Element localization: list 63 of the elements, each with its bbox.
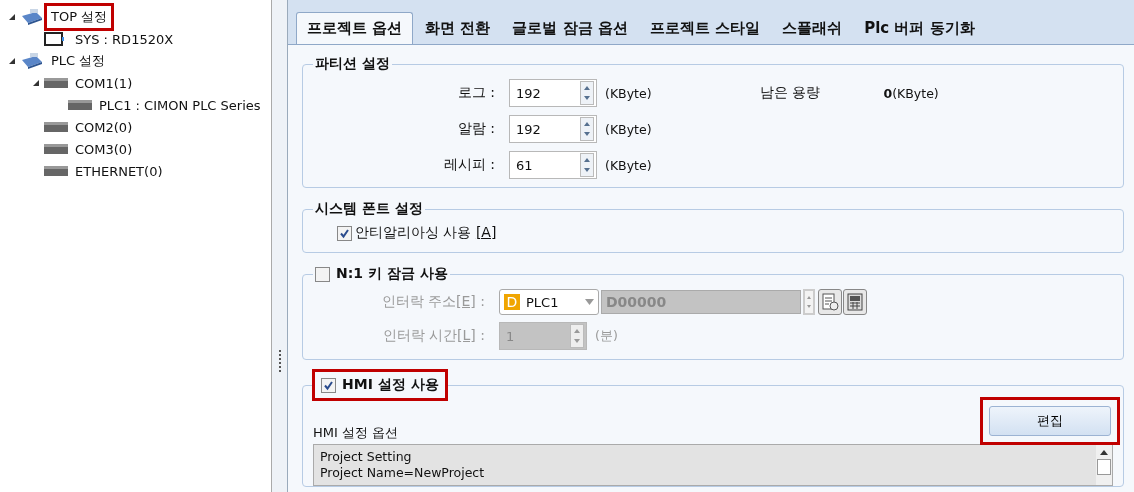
checkbox[interactable]: [337, 225, 352, 241]
spin-arrows-icon[interactable]: [570, 324, 584, 348]
spin-arrows-icon[interactable]: [580, 81, 594, 105]
group-title[interactable]: HMI 설정 사용: [342, 376, 439, 394]
tab[interactable]: 프로젝트 스타일: [639, 12, 771, 44]
device-icon: [44, 165, 68, 177]
network-device-icon: [20, 52, 44, 70]
tree-item[interactable]: COM2(0): [72, 118, 136, 136]
device-icon: [44, 77, 68, 89]
scroll-up-arrow-icon[interactable]: [1100, 449, 1108, 455]
options-label: HMI 설정 옵션: [313, 424, 399, 442]
tree-item[interactable]: SYS : RD1520X: [72, 30, 177, 48]
device-dropdown[interactable]: D PLC1: [499, 289, 599, 315]
dropdown-caret-icon[interactable]: [585, 299, 594, 305]
unit-label: (분): [595, 327, 618, 345]
tree-item[interactable]: COM3(0): [72, 140, 136, 158]
text-line: Project Name=NewProject: [320, 465, 485, 481]
spin-arrows-icon[interactable]: [803, 289, 815, 315]
spin-arrows-icon[interactable]: [580, 153, 594, 177]
monitor-icon: [44, 32, 64, 46]
edit-button[interactable]: 편집: [989, 406, 1111, 436]
tab[interactable]: 스플래쉬: [772, 12, 853, 44]
unit-label: (KByte): [605, 157, 652, 173]
tab[interactable]: 화면 전환: [415, 12, 501, 44]
remaining-value: 0(KByte): [883, 85, 939, 101]
tab[interactable]: 글로벌 잠금 옵션: [502, 12, 638, 44]
tab[interactable]: Plc 버퍼 동기화: [854, 12, 985, 44]
checkbox[interactable]: [321, 377, 336, 393]
field-label: 로그 :: [456, 84, 496, 102]
splitter-handle[interactable]: [272, 0, 288, 492]
field-label: 알람 :: [456, 120, 496, 138]
tree-item[interactable]: PLC1 : CIMON PLC Series: [96, 96, 264, 114]
field-label: 인터락 주소[E] :: [380, 293, 486, 311]
number-spinner[interactable]: 192: [509, 79, 597, 107]
settings-text-area[interactable]: Project Setting Project Name=NewProject: [313, 444, 1113, 486]
collapse-arrow-icon[interactable]: [8, 13, 16, 21]
group-title[interactable]: N:1 키 잠금 사용: [336, 265, 448, 283]
device-icon: [44, 121, 68, 133]
network-device-icon: [20, 8, 44, 26]
group-title: 파티션 설정: [314, 55, 391, 73]
text-line: Project Setting: [320, 449, 413, 465]
unit-label: (KByte): [605, 121, 652, 137]
checkbox[interactable]: [315, 266, 330, 282]
tree-item[interactable]: COM1(1): [72, 74, 136, 92]
tree-item[interactable]: PLC 설정: [48, 51, 109, 71]
remaining-label: 남은 용량: [759, 84, 821, 102]
device-icon: [68, 99, 92, 111]
calculator-icon[interactable]: [843, 289, 867, 315]
checkbox-label[interactable]: 안티알리아싱 사용 [A]: [355, 224, 497, 242]
device-icon: [44, 143, 68, 155]
number-spinner[interactable]: 192: [509, 115, 597, 143]
unit-label: (KByte): [605, 85, 652, 101]
tree-item[interactable]: ETHERNET(0): [72, 162, 166, 180]
spin-arrows-icon[interactable]: [580, 117, 594, 141]
scrollbar[interactable]: [1096, 445, 1112, 485]
field-label: 인터락 시간[L] :: [381, 327, 486, 345]
collapse-arrow-icon[interactable]: [32, 79, 40, 87]
collapse-arrow-icon[interactable]: [8, 57, 16, 65]
number-spinner[interactable]: 61: [509, 151, 597, 179]
tab[interactable]: 프로젝트 옵션: [296, 12, 414, 44]
group-title: 시스템 폰트 설정: [314, 200, 424, 218]
address-browse-icon[interactable]: [818, 289, 842, 315]
field-label: 레시피 :: [442, 156, 496, 174]
